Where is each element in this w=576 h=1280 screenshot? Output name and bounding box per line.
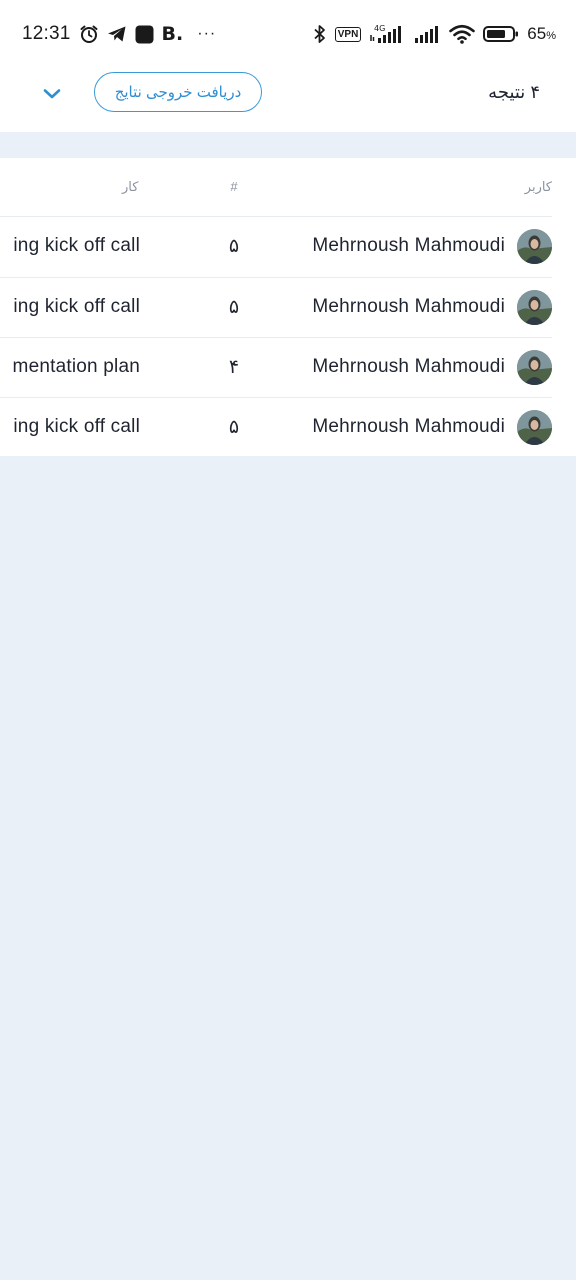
wifi-icon <box>449 24 476 44</box>
network-type-label: 4G <box>374 24 385 33</box>
column-header-user: کاربر <box>524 179 552 194</box>
task-name: ing kick off call <box>13 296 140 317</box>
avatar <box>517 229 552 264</box>
vpn-icon: VPN <box>334 26 362 42</box>
mobile-signal-4g-icon: 4G <box>369 23 405 45</box>
column-header-number: # <box>230 179 238 194</box>
row-number: ۵ <box>228 417 240 438</box>
table-row[interactable]: Mehrnoush Mahmoudi ۴ mentation plan <box>0 338 576 398</box>
more-icon: ··· <box>197 25 217 42</box>
user-name: Mehrnoush Mahmoudi <box>312 296 505 317</box>
results-table: کاربر # کار Mehrnoush Mahmoudi ۵ ing kic… <box>0 158 576 456</box>
avatar <box>517 410 552 445</box>
b-icon: B. <box>161 23 184 45</box>
results-count: ۴ نتیجه <box>488 82 540 102</box>
battery-percent: 65% <box>527 24 556 43</box>
avatar <box>517 290 552 325</box>
user-name: Mehrnoush Mahmoudi <box>312 235 505 256</box>
app-icon <box>135 25 154 44</box>
column-header-task: کار <box>122 179 139 194</box>
table-row[interactable]: Mehrnoush Mahmoudi ۵ ing kick off call <box>0 398 576 456</box>
chevron-down-icon <box>43 89 61 99</box>
row-number: ۵ <box>228 236 240 257</box>
collapse-toggle-button[interactable] <box>40 82 64 106</box>
task-name: mentation plan <box>12 356 140 377</box>
row-number: ۵ <box>228 297 240 318</box>
status-bar-left: 12:31 B. ··· <box>22 20 216 48</box>
bluetooth-icon <box>313 24 327 44</box>
table-header: کاربر # کار <box>0 158 576 216</box>
mobile-signal-icon <box>413 23 441 45</box>
row-number: ۴ <box>228 357 240 378</box>
status-bar: 12:31 B. ··· VPN 4G 65% <box>0 0 576 66</box>
user-name: Mehrnoush Mahmoudi <box>312 356 505 377</box>
user-name: Mehrnoush Mahmoudi <box>312 416 505 437</box>
results-toolbar: دریافت خروجی نتایج ۴ نتیجه <box>0 66 576 132</box>
status-bar-right: VPN 4G 65% <box>313 20 556 48</box>
task-name: ing kick off call <box>13 416 140 437</box>
alarm-icon <box>79 24 99 44</box>
table-row[interactable]: Mehrnoush Mahmoudi ۵ ing kick off call <box>0 278 576 338</box>
avatar <box>517 350 552 385</box>
task-name: ing kick off call <box>13 235 140 256</box>
battery-icon <box>483 24 519 44</box>
table-row[interactable]: Mehrnoush Mahmoudi ۵ ing kick off call <box>0 217 576 277</box>
export-results-button[interactable]: دریافت خروجی نتایج <box>94 72 262 112</box>
telegram-icon <box>107 25 127 43</box>
clock-time: 12:31 <box>22 23 71 44</box>
